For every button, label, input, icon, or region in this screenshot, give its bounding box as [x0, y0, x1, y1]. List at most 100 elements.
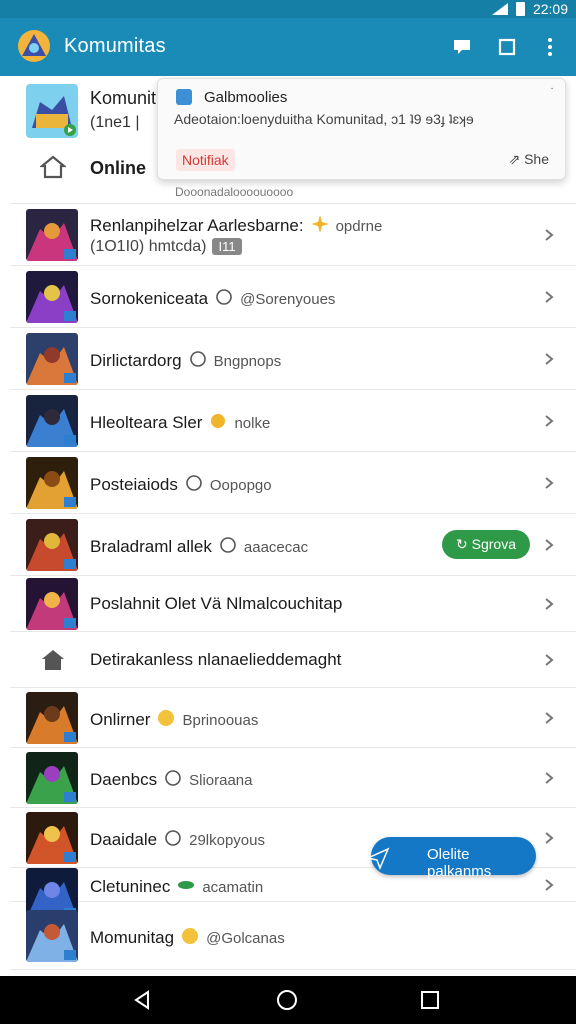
community-avatar: [26, 84, 78, 138]
row-title-text: Detirakanless nlanaelieddemaght: [90, 650, 342, 669]
row-title-text: Daaidale: [90, 830, 158, 849]
row-title: Sornokeniceata @Sorenyoues: [90, 287, 335, 309]
row-meta: Bngpnops: [213, 353, 282, 370]
community-row[interactable]: Momunitag @Golcanas: [10, 902, 576, 970]
chevron-right-icon[interactable]: [544, 771, 554, 785]
notification-popup[interactable]: Galbmoolies ˙ Adeotaion:loenyduitha Komu…: [157, 78, 566, 180]
game-thumbnail: [26, 333, 78, 385]
row-meta: @Golcanas: [206, 930, 285, 947]
row-title: Momunitag @Golcanas: [90, 926, 285, 948]
share-label: She: [524, 151, 549, 167]
game-thumbnail: [26, 457, 78, 509]
hand-icon: [186, 475, 202, 491]
community-name: Komunit: [90, 88, 157, 108]
row-title: Posteiaiods Oopopgo: [90, 473, 272, 495]
home-outline-icon: [40, 155, 66, 179]
game-thumbnail: [26, 692, 78, 744]
community-row[interactable]: Posteiaiods Oopopgo: [10, 452, 576, 514]
compass-icon: [165, 830, 181, 846]
app-bar: Komumitas: [0, 18, 576, 76]
more-vert-icon[interactable]: [538, 35, 562, 59]
chevron-right-icon[interactable]: [544, 228, 554, 242]
chevron-right-icon[interactable]: [544, 538, 554, 552]
row-title-text: Dirlictardorg: [90, 351, 182, 370]
chevron-right-icon[interactable]: [544, 352, 554, 366]
row-title-text: Onlirner: [90, 710, 151, 729]
checkbox-icon[interactable]: [176, 89, 192, 105]
row-meta: acamatin: [202, 879, 264, 896]
row-title-text: Sornokeniceata: [90, 289, 209, 308]
chevron-right-icon[interactable]: [544, 653, 554, 667]
post-button[interactable]: Olelite palkanms: [371, 837, 536, 880]
row-title: Onlirner Bprinoouas: [90, 708, 258, 730]
community-row[interactable]: Poslahnit Olet Vä Nlmalcouchitap: [10, 576, 576, 632]
popup-title: Galbmoolies: [204, 89, 288, 106]
back-icon[interactable]: [130, 988, 154, 1012]
notification-tag[interactable]: Notifiak: [176, 149, 235, 171]
row-title-text: Poslahnit Olet Vä Nlmalcouchitap: [90, 594, 343, 613]
community-row[interactable]: Renlanpihelzar Aarlesbarne: opdrne (1O1I0)…: [10, 204, 576, 266]
row-title-text: Braladraml allek: [90, 537, 212, 556]
row-meta: Bprinoouas: [182, 712, 259, 729]
row-meta: Slioraana: [189, 772, 253, 789]
game-thumbnail: [26, 910, 78, 962]
leaf-icon: [178, 881, 195, 889]
row-action-button[interactable]: ↻ Sgrova: [442, 530, 530, 559]
at-icon: [216, 289, 232, 305]
home-outline-icon: [42, 650, 64, 670]
recents-icon[interactable]: [418, 988, 442, 1012]
system-nav-bar: [0, 976, 576, 1024]
game-thumbnail: [26, 271, 78, 323]
row-title: Cletuninec acamatin: [90, 875, 263, 897]
chevron-right-icon[interactable]: [544, 476, 554, 490]
chevron-right-icon[interactable]: [544, 290, 554, 304]
status-time: 22:09: [532, 1, 568, 17]
app-logo-icon[interactable]: [16, 28, 52, 64]
share-button[interactable]: ⇗ She: [508, 151, 549, 168]
row-title: Dirlictardorg Bngpnops: [90, 349, 281, 371]
emoji-icon: [158, 710, 175, 726]
game-thumbnail: [26, 752, 78, 804]
square-icon[interactable]: [495, 35, 519, 59]
chevron-right-icon[interactable]: [544, 711, 554, 725]
row-meta: nolke: [234, 415, 271, 432]
row-meta: 29lkopyous: [189, 832, 265, 849]
row-title-text: Posteiaiods: [90, 475, 178, 494]
community-row[interactable]: Onlirner Bprinoouas: [10, 688, 576, 748]
status-bar: 22:09: [0, 0, 576, 18]
row-meta: @Sorenyoues: [240, 291, 336, 308]
chat-icon[interactable]: [450, 35, 474, 59]
game-thumbnail: [26, 578, 78, 630]
community-row[interactable]: Braladraml allek aaacecac ↻ Sgrova: [10, 514, 576, 576]
game-thumbnail: [26, 519, 78, 571]
row-title-text: Renlanpihelzar Aarlesbarne:: [90, 216, 304, 235]
coin-icon: [211, 414, 226, 428]
game-thumbnail: [26, 395, 78, 447]
community-row[interactable]: Sornokeniceata @Sorenyoues: [10, 266, 576, 328]
row-title-extra: opdrne: [335, 218, 383, 235]
chevron-right-icon[interactable]: [544, 878, 554, 892]
online-section-label: Online: [90, 158, 147, 178]
community-row[interactable]: Daenbcs Slioraana: [10, 748, 576, 808]
chevron-right-icon[interactable]: [544, 597, 554, 611]
row-title-text: Momunitag: [90, 928, 175, 947]
chevron-right-icon[interactable]: [544, 414, 554, 428]
compass-icon: [165, 770, 181, 786]
row-subtitle: (1O1I0) hmtcda) I11: [90, 238, 242, 256]
community-row[interactable]: Hleolteara Sler nolke: [10, 390, 576, 452]
battery-icon: [515, 2, 525, 16]
community-row[interactable]: Detirakanless nlanaelieddemaght: [10, 632, 576, 688]
row-title: Detirakanless nlanaelieddemaght: [90, 650, 341, 670]
row-title: Daenbcs Slioraana: [90, 768, 253, 790]
home-icon[interactable]: [275, 988, 299, 1012]
row-title: Braladraml allek aaacecac: [90, 535, 308, 557]
row-title-text: Cletuninec: [90, 877, 171, 896]
chevron-right-icon[interactable]: [544, 831, 554, 845]
row-action-label: Sgrova: [471, 536, 516, 552]
row-title: Daaidale 29lkopyous: [90, 828, 265, 850]
popup-menu-icon[interactable]: ˙: [550, 85, 555, 101]
community-row[interactable]: Dirlictardorg Bngpnops: [10, 328, 576, 390]
share-icon: ⇗: [508, 151, 525, 167]
game-thumbnail: [26, 209, 78, 261]
tag-icon: [220, 537, 236, 553]
